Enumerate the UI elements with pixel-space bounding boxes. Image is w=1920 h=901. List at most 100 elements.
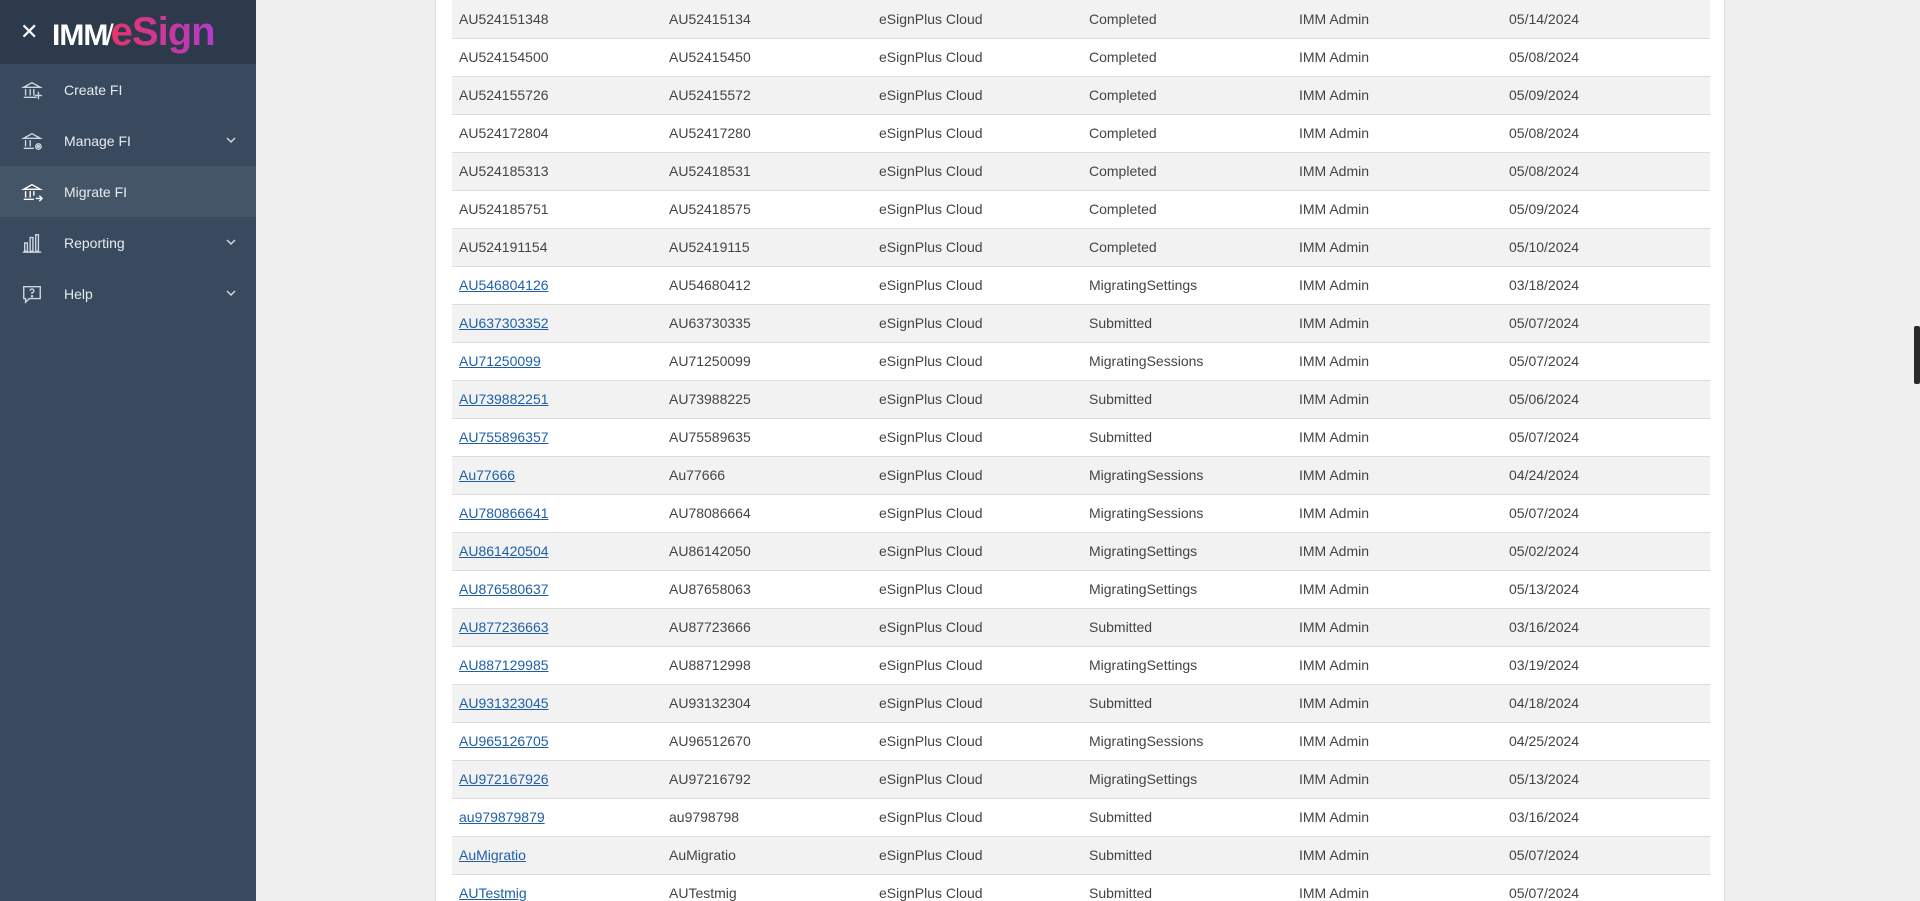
fi-id-link[interactable]: AU887129985 (459, 657, 549, 673)
table-row: AU876580637 AU87658063 eSignPlus Cloud Migr… (452, 570, 1710, 608)
table-row: AuMigratio AuMigratio eSignPlus Cloud Submi… (452, 836, 1710, 874)
date-cell: 05/07/2024 (1509, 315, 1580, 331)
date-cell: 05/07/2024 (1509, 885, 1580, 901)
status-cell: Completed (1089, 87, 1157, 103)
fi-id-link[interactable]: AU877236663 (459, 619, 549, 635)
status-cell: MigratingSessions (1089, 353, 1204, 369)
bank-add-icon (20, 78, 44, 102)
table-row: AU524155726 AU52415572 eSignPlus Cloud Comp… (452, 76, 1710, 114)
date-cell: 05/10/2024 (1509, 239, 1580, 255)
fi-id-link[interactable]: AUTestmig (459, 885, 527, 901)
fi-code-cell: AUTestmig (669, 885, 737, 901)
date-cell: 03/16/2024 (1509, 619, 1580, 635)
platform-cell: eSignPlus Cloud (879, 163, 983, 179)
date-cell: 05/08/2024 (1509, 163, 1580, 179)
status-cell: MigratingSettings (1089, 277, 1198, 293)
fi-code-cell: AU71250099 (669, 353, 751, 369)
sidebar-item-label: Create FI (64, 81, 123, 98)
sidebar-item-create-fi[interactable]: Create FI (0, 64, 256, 115)
status-cell: MigratingSessions (1089, 733, 1204, 749)
user-cell: IMM Admin (1299, 733, 1370, 749)
fi-id-link[interactable]: AU739882251 (459, 391, 549, 407)
date-cell: 05/09/2024 (1509, 87, 1580, 103)
sidebar-item-migrate-fi[interactable]: Migrate FI (0, 166, 256, 217)
scrollbar-thumb[interactable] (1914, 326, 1920, 384)
status-cell: Submitted (1089, 429, 1153, 445)
table-row: AU861420504 AU86142050 eSignPlus Cloud Migr… (452, 532, 1710, 570)
fi-id-link[interactable]: AU546804126 (459, 277, 549, 293)
fi-id-link[interactable]: AU71250099 (459, 353, 541, 369)
date-cell: 05/02/2024 (1509, 543, 1580, 559)
user-cell: IMM Admin (1299, 581, 1370, 597)
user-cell: IMM Admin (1299, 467, 1370, 483)
status-cell: MigratingSettings (1089, 657, 1198, 673)
user-cell: IMM Admin (1299, 695, 1370, 711)
migration-table: AU524151348 AU52415134 eSignPlus Cloud Comp… (452, 0, 1710, 901)
table-row: AU524151348 AU52415134 eSignPlus Cloud Comp… (452, 0, 1710, 38)
sidebar-item-help[interactable]: Help (0, 268, 256, 319)
fi-code-cell: au9798798 (669, 809, 740, 825)
close-icon[interactable]: ✕ (20, 21, 44, 43)
fi-id-link[interactable]: AU965126705 (459, 733, 549, 749)
fi-id-cell: AU524191154 (459, 239, 548, 255)
fi-code-cell: AU97216792 (669, 771, 751, 787)
status-cell: Completed (1089, 201, 1157, 217)
fi-id-cell: AU524172804 (459, 125, 549, 141)
date-cell: 03/19/2024 (1509, 657, 1580, 673)
sidebar-item-manage-fi[interactable]: Manage FI (0, 115, 256, 166)
date-cell: 05/07/2024 (1509, 353, 1580, 369)
platform-cell: eSignPlus Cloud (879, 581, 983, 597)
status-cell: Submitted (1089, 809, 1153, 825)
platform-cell: eSignPlus Cloud (879, 771, 983, 787)
fi-id-cell: AUTestmig (452, 874, 662, 901)
date-cell: 05/13/2024 (1509, 771, 1580, 787)
fi-code-cell: AuMigratio (669, 847, 736, 863)
date-cell: 05/07/2024 (1509, 505, 1580, 521)
fi-id-cell: AU931323045 (452, 684, 662, 722)
fi-id-link[interactable]: au979879879 (459, 809, 545, 825)
user-cell: IMM Admin (1299, 847, 1370, 863)
user-cell: IMM Admin (1299, 87, 1370, 103)
date-cell: 05/08/2024 (1509, 49, 1580, 65)
fi-code-cell: AU75589635 (669, 429, 751, 445)
fi-id-link[interactable]: Au77666 (459, 467, 515, 483)
chevron-down-icon[interactable] (224, 133, 238, 147)
fi-code-cell: AU52415134 (669, 10, 751, 27)
platform-cell: eSignPlus Cloud (879, 201, 983, 217)
fi-id-link[interactable]: AU876580637 (459, 581, 549, 597)
fi-code-cell: AU87723666 (669, 619, 751, 635)
fi-id-link[interactable]: AU755896357 (459, 429, 549, 445)
chevron-down-icon[interactable] (224, 286, 238, 300)
sidebar-item-reporting[interactable]: Reporting (0, 217, 256, 268)
date-cell: 05/07/2024 (1509, 429, 1580, 445)
fi-id-link[interactable]: AU861420504 (459, 543, 549, 559)
bank-settings-icon (20, 129, 44, 153)
status-cell: MigratingSettings (1089, 581, 1198, 597)
fi-id-cell: AU972167926 (452, 760, 662, 798)
date-cell: 05/14/2024 (1509, 10, 1580, 27)
fi-id-cell: AU876580637 (452, 570, 662, 608)
fi-code-cell: AU52419115 (669, 239, 750, 255)
user-cell: IMM Admin (1299, 771, 1370, 787)
status-cell: Submitted (1089, 695, 1153, 711)
sidebar-nav: Create FI Manage FI Migrate FI Reporting Hel… (0, 64, 256, 319)
fi-id-link[interactable]: AuMigratio (459, 847, 526, 863)
fi-id-link[interactable]: AU780866641 (459, 505, 549, 521)
fi-id-link[interactable]: AU972167926 (459, 771, 549, 787)
chevron-down-icon[interactable] (224, 235, 238, 249)
user-cell: IMM Admin (1299, 353, 1370, 369)
status-cell: Completed (1089, 125, 1157, 141)
fi-id-link[interactable]: AU637303352 (459, 315, 549, 331)
brand-logo[interactable]: IMM / eSign (52, 10, 216, 55)
fi-id-link[interactable]: AU931323045 (459, 695, 549, 711)
user-cell: IMM Admin (1299, 10, 1370, 27)
date-cell: 03/16/2024 (1509, 809, 1580, 825)
user-cell: IMM Admin (1299, 277, 1370, 293)
table-row: Au77666 Au77666 eSignPlus Cloud MigratingSe… (452, 456, 1710, 494)
user-cell: IMM Admin (1299, 429, 1370, 445)
sidebar-item-label: Manage FI (64, 132, 131, 149)
platform-cell: eSignPlus Cloud (879, 87, 983, 103)
platform-cell: eSignPlus Cloud (879, 733, 983, 749)
user-cell: IMM Admin (1299, 49, 1370, 65)
fi-code-cell: AU52415572 (669, 87, 751, 103)
